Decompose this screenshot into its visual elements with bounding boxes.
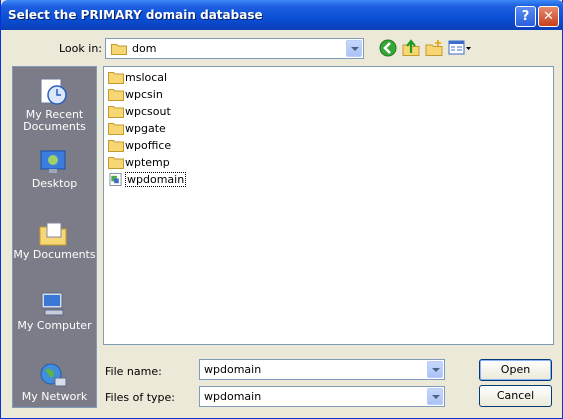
places-bar: My Recent Documents Desktop My Documents xyxy=(12,66,97,408)
look-in-dropdown-arrow[interactable] xyxy=(346,40,362,57)
database-file-icon xyxy=(109,173,122,186)
file-type-value: wpdomain xyxy=(204,390,262,403)
folder-icon xyxy=(108,123,124,135)
file-name-value: wpdomain xyxy=(204,363,262,376)
place-my-recent-documents[interactable]: My Recent Documents xyxy=(13,71,96,133)
title-bar[interactable]: Select the PRIMARY domain database ? ✕ xyxy=(1,0,563,30)
folder-icon xyxy=(108,89,124,101)
cancel-button[interactable]: Cancel xyxy=(479,385,552,407)
my-documents-icon xyxy=(39,222,67,246)
place-label: My Computer xyxy=(17,319,92,332)
look-in-label: Look in: xyxy=(59,42,102,55)
my-network-icon xyxy=(40,363,67,387)
file-name: mslocal xyxy=(125,71,168,84)
recent-documents-icon xyxy=(40,78,67,105)
place-label: My Recent Documents xyxy=(23,108,86,133)
file-name: wpoffice xyxy=(125,139,172,152)
back-icon[interactable] xyxy=(379,39,397,57)
file-dialog-window: Select the PRIMARY domain database ? ✕ L… xyxy=(0,0,563,419)
up-folder-icon[interactable] xyxy=(402,39,420,57)
help-icon: ? xyxy=(521,9,530,24)
folder-icon xyxy=(111,44,127,55)
file-name: wpcsin xyxy=(125,88,163,101)
my-computer-icon xyxy=(41,292,64,316)
file-name: wptemp xyxy=(125,156,170,169)
file-type-label: Files of type: xyxy=(105,391,176,404)
place-my-documents[interactable]: My Documents xyxy=(13,213,96,275)
open-button[interactable]: Open xyxy=(479,359,552,381)
place-my-network[interactable]: My Network xyxy=(13,355,96,417)
file-name: wpdomain xyxy=(125,172,187,187)
place-desktop[interactable]: Desktop xyxy=(13,142,96,204)
look-in-value: dom xyxy=(132,42,157,55)
window-title: Select the PRIMARY domain database xyxy=(8,8,263,22)
file-name: wpgate xyxy=(125,122,166,135)
desktop-icon xyxy=(40,150,66,173)
folder-icon xyxy=(108,72,124,84)
place-my-computer[interactable]: My Computer xyxy=(13,284,96,346)
file-type-dropdown-arrow[interactable] xyxy=(427,388,443,405)
new-folder-icon[interactable] xyxy=(425,39,443,57)
place-label: Desktop xyxy=(31,177,78,190)
file-type-select[interactable]: wpdomain xyxy=(199,386,445,407)
file-list[interactable]: mslocal wpcsin wpcsout wpgate wpoffice w… xyxy=(103,66,554,345)
file-name: wpcsout xyxy=(125,105,171,118)
file-name-dropdown-arrow[interactable] xyxy=(427,361,443,378)
look-in-dropdown[interactable]: dom xyxy=(105,38,364,59)
folder-icon xyxy=(108,106,124,118)
close-icon: ✕ xyxy=(543,9,554,24)
file-name-label: File name: xyxy=(105,365,162,378)
close-button[interactable]: ✕ xyxy=(538,6,559,27)
place-label: My Documents xyxy=(13,248,96,261)
help-button[interactable]: ? xyxy=(515,6,536,27)
folder-icon xyxy=(108,157,124,169)
place-label: My Network xyxy=(21,390,88,403)
file-name-input[interactable]: wpdomain xyxy=(199,359,445,380)
folder-icon xyxy=(108,140,124,152)
views-menu-icon[interactable] xyxy=(448,39,472,57)
